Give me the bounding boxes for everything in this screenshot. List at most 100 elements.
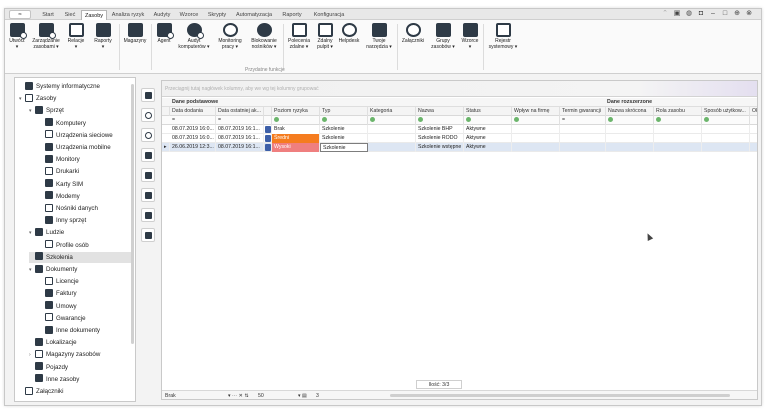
tree-scrollbar[interactable] [131, 84, 134, 344]
agent-button[interactable]: Agent [154, 23, 174, 63]
column-header-cell[interactable]: Rola zasobu [654, 107, 702, 116]
tab-zasoby[interactable]: Zasoby [81, 10, 107, 20]
tag-button[interactable] [141, 228, 155, 242]
cell-added[interactable]: 08.07.2019 16:0... [170, 125, 216, 134]
cell-last[interactable]: 08.07.2019 16:1... [216, 125, 264, 134]
tree-item[interactable]: Załączniki [19, 386, 131, 397]
filter-icon[interactable] [514, 117, 519, 122]
cell-added[interactable]: 08.07.2019 16:0... [170, 134, 216, 143]
tree-item[interactable]: Urządzenia sieciowe [39, 130, 131, 141]
help-icon[interactable]: ⊕ [733, 10, 741, 18]
filter-cell[interactable] [368, 116, 416, 125]
table-row[interactable]: 08.07.2019 16:0... 08.07.2019 16:1... Śred… [162, 134, 757, 143]
filter-cell[interactable] [606, 116, 654, 125]
column-header-cell[interactable]: Kategoria [368, 107, 416, 116]
tab-siec[interactable]: Sieć [61, 10, 79, 20]
cell-added[interactable]: 26.06.2019 12:3... [170, 143, 216, 152]
assets-view-button[interactable] [141, 88, 155, 102]
tree-item[interactable]: Systemy informatyczne [19, 81, 131, 92]
tree-item[interactable]: Modemy [39, 191, 131, 202]
row-doc-cell[interactable] [264, 125, 272, 134]
cell-risk[interactable]: Średni [272, 134, 320, 143]
column-header-cell[interactable]: Typ [320, 107, 368, 116]
column-header-cell[interactable] [264, 107, 272, 116]
table-row[interactable]: 08.07.2019 16:0... 08.07.2019 16:1... Brak… [162, 125, 757, 134]
empty-cell[interactable] [654, 143, 702, 152]
filter-cell[interactable] [416, 116, 464, 125]
column-header-cell[interactable]: Termin gwarancji [560, 107, 606, 116]
tree-item[interactable]: Inne dokumenty [39, 325, 131, 336]
row-doc-cell[interactable] [264, 143, 272, 152]
tree-item[interactable]: Pojazdy [29, 362, 131, 373]
footer-page[interactable]: 3 [316, 392, 319, 399]
tab-automatyzacja[interactable]: Automatyzacja [233, 10, 275, 20]
empty-cell[interactable] [750, 143, 757, 152]
cell-status[interactable]: Aktywne [464, 143, 512, 152]
table-row[interactable]: ▸ 26.06.2019 12:3... 08.07.2019 16:1... Wys… [162, 143, 757, 152]
registry-button[interactable]: Rejestr systemowy ▾ [485, 23, 521, 63]
tools-button[interactable]: Twoje narzędzia ▾ [364, 23, 394, 63]
column-header-cell[interactable]: Nazwa skrócona [606, 107, 654, 116]
empty-cell[interactable] [702, 134, 750, 143]
filter-cell[interactable]: = [170, 116, 216, 125]
filter-icon[interactable] [704, 117, 709, 122]
shield-button[interactable] [141, 168, 155, 182]
documents-button[interactable] [141, 208, 155, 222]
column-header-cell[interactable]: Nazwa [416, 107, 464, 116]
tab-wzorce[interactable]: Wzorce [177, 10, 201, 20]
footer-zoom[interactable]: 50 [258, 392, 264, 399]
filter-icon[interactable] [656, 117, 661, 122]
filter-cell[interactable]: = [216, 116, 264, 125]
tree-item[interactable]: Gwarancje [39, 313, 131, 324]
cell-status[interactable]: Aktywne [464, 125, 512, 134]
empty-cell[interactable] [512, 143, 560, 152]
filter-icon[interactable] [418, 117, 423, 122]
tree-item[interactable]: Urządzenia mobilne [39, 142, 131, 153]
tree-item[interactable]: Nośniki danych [39, 203, 131, 214]
cell-type[interactable]: Szkolenie [320, 125, 368, 134]
footer-page-select[interactable]: ▾ ▤ [298, 392, 307, 399]
header-row-indicator[interactable] [162, 107, 170, 116]
home-button[interactable] [141, 148, 155, 162]
filter-cell[interactable] [264, 116, 272, 125]
cell-category[interactable] [368, 143, 416, 152]
relations-button[interactable]: Relacje ▾ [65, 23, 87, 63]
filter-cell[interactable] [272, 116, 320, 125]
warehouse-button[interactable]: Magazyny [122, 23, 148, 63]
tree-item[interactable]: › Magazyny zasobów [29, 349, 131, 360]
tree-item[interactable]: Lokalizacje [29, 337, 131, 348]
tab-analiza-ryzyk[interactable]: Analiza ryzyk [109, 10, 147, 20]
filter-icon[interactable] [466, 117, 471, 122]
cell-category[interactable] [368, 134, 416, 143]
tree-item[interactable]: Faktury [39, 288, 131, 299]
tree-item[interactable]: Profile osób [39, 240, 131, 251]
empty-cell[interactable] [750, 125, 757, 134]
empty-cell[interactable] [512, 125, 560, 134]
column-header-cell[interactable]: Wpływ na firmę [512, 107, 560, 116]
tree-item[interactable]: Umowy [39, 301, 131, 312]
tree-item[interactable]: Komputery [39, 118, 131, 129]
people-button[interactable] [141, 188, 155, 202]
cell-name[interactable]: Szkolenie BHP [416, 125, 464, 134]
filter-operator[interactable]: = [172, 117, 175, 123]
filter-icon[interactable] [608, 117, 613, 122]
empty-cell[interactable] [750, 134, 757, 143]
row-doc-cell[interactable] [264, 134, 272, 143]
group-panel[interactable]: Przeciągnij tutaj nagłówek kolumny, aby … [162, 81, 757, 97]
filter-cell[interactable] [750, 116, 757, 125]
column-header-cell[interactable]: Okre [750, 107, 757, 116]
tree-item[interactable]: Szkolenia [29, 251, 131, 263]
attachments-button[interactable]: Załączniki [399, 23, 427, 63]
empty-cell[interactable] [606, 125, 654, 134]
manage-assets-button[interactable]: Zarządzanie zasobami ▾ [30, 23, 62, 63]
tree-item[interactable]: ▾ Sprzęt [29, 105, 131, 116]
empty-cell[interactable] [606, 143, 654, 152]
tree-item[interactable]: Monitory [39, 154, 131, 165]
monitoring-button[interactable]: Monitoring pracy ▾ [215, 23, 245, 63]
tab-raporty[interactable]: Raporty [279, 10, 305, 20]
minimize-icon[interactable]: – [709, 10, 717, 18]
cell-type[interactable]: Szkolenie [320, 134, 368, 143]
filter-cell[interactable] [512, 116, 560, 125]
filter-operator[interactable]: = [562, 117, 565, 123]
empty-cell[interactable] [560, 143, 606, 152]
